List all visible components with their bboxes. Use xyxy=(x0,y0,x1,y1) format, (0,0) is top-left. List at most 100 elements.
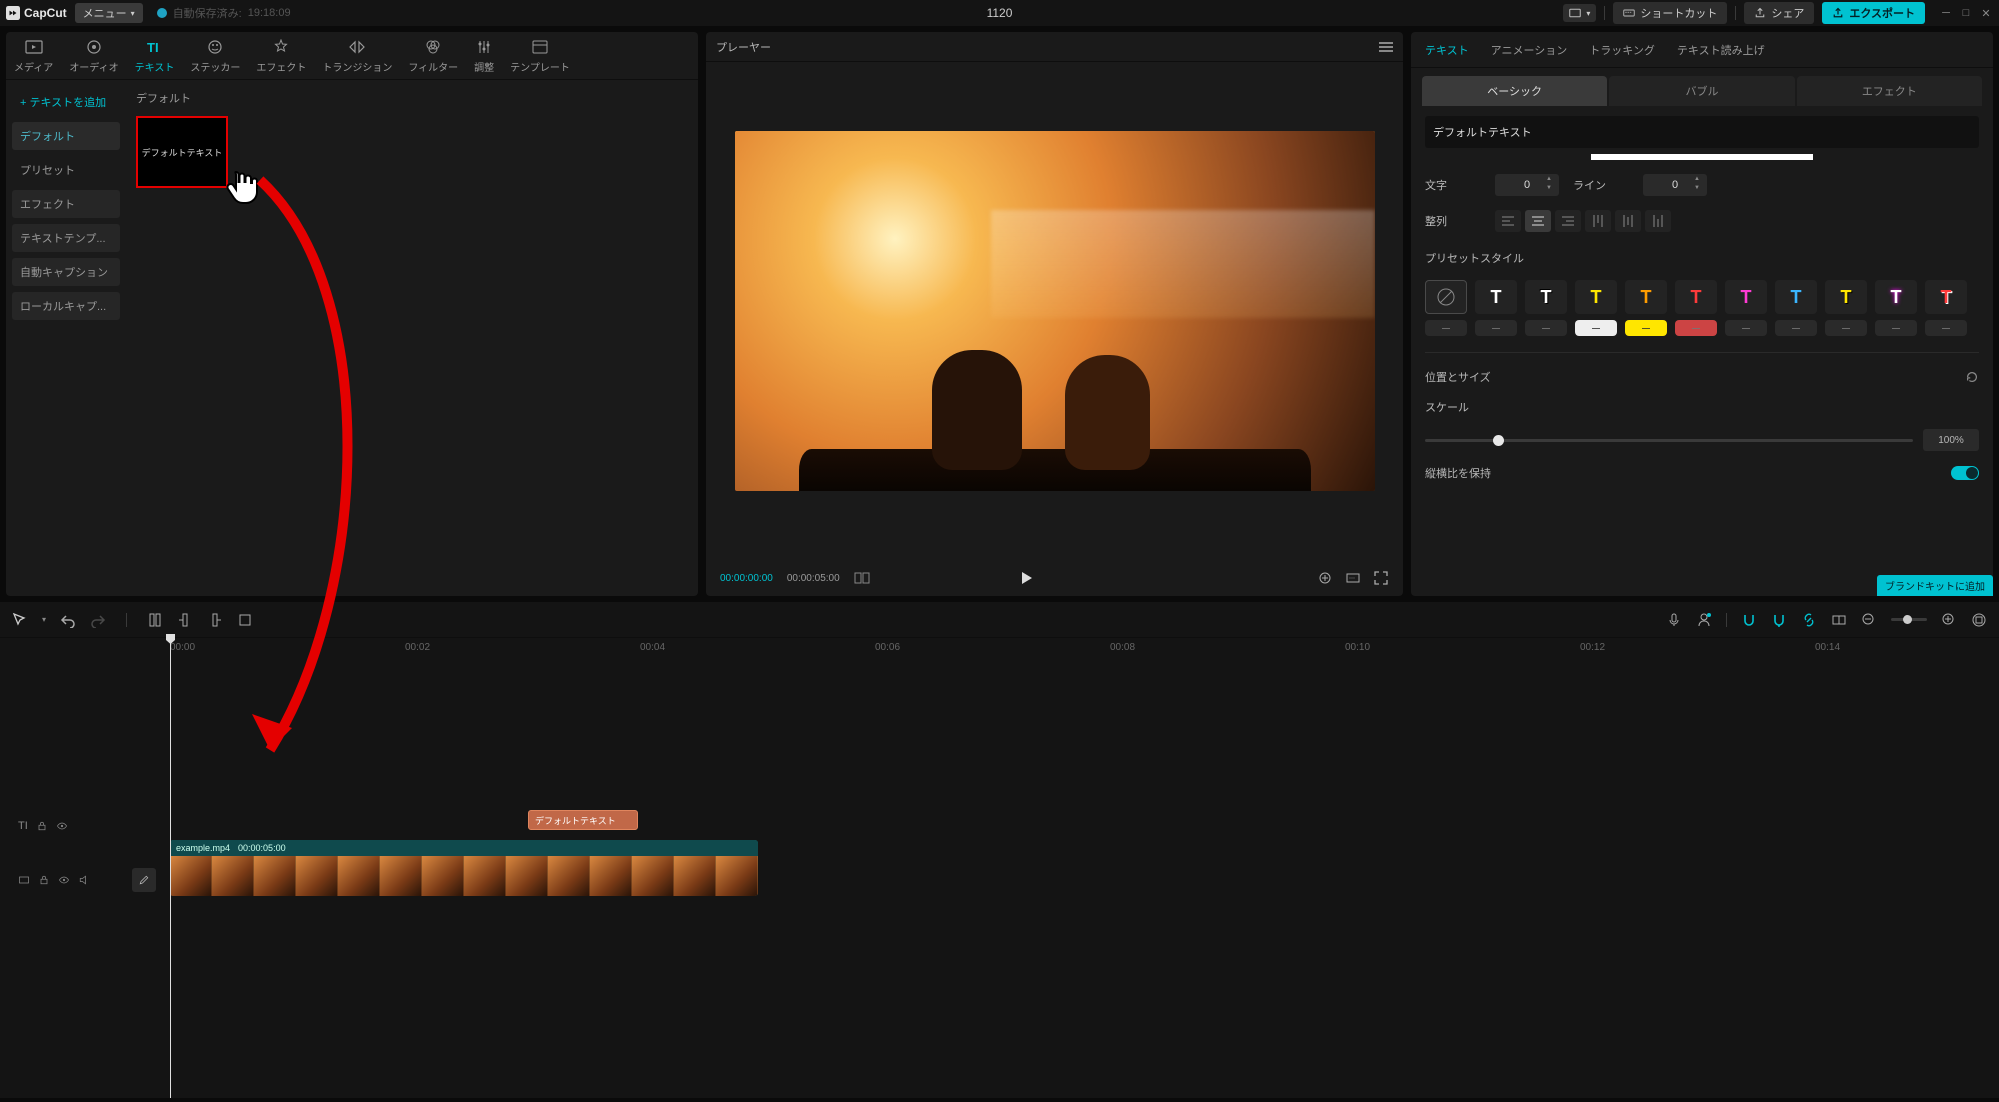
preset-none[interactable] xyxy=(1425,280,1467,314)
maximize-button[interactable]: □ xyxy=(1959,6,1973,20)
preset-yellow-shadow[interactable]: T xyxy=(1825,280,1867,314)
preset-yellow[interactable]: T xyxy=(1575,280,1617,314)
preset-neon[interactable]: T xyxy=(1875,280,1917,314)
tab-template[interactable]: テンプレート xyxy=(502,38,578,74)
prop-tab-tracking[interactable]: トラッキング xyxy=(1589,42,1655,58)
eye-icon[interactable] xyxy=(58,874,70,886)
preset-bg-6[interactable]: — xyxy=(1675,320,1717,336)
preset-bg-7[interactable]: — xyxy=(1725,320,1767,336)
fullscreen-icon[interactable] xyxy=(1373,570,1389,586)
default-text-thumb[interactable]: デフォルトテキスト xyxy=(136,116,228,188)
sidebar-item-default[interactable]: デフォルト xyxy=(12,122,120,150)
link-icon[interactable] xyxy=(1801,612,1817,628)
preset-bg-2[interactable]: — xyxy=(1475,320,1517,336)
zoom-fit-icon[interactable] xyxy=(1971,612,1987,628)
video-clip[interactable]: example.mp4 00:00:05:00 xyxy=(170,840,758,896)
preview-mode-icon[interactable] xyxy=(1831,612,1847,628)
preset-bg-8[interactable]: — xyxy=(1775,320,1817,336)
mic-icon[interactable] xyxy=(1666,612,1682,628)
sidebar-item-auto-caption[interactable]: 自動キャプション xyxy=(12,258,120,286)
preview-menu-icon[interactable] xyxy=(1379,42,1393,52)
preset-bg-3[interactable]: — xyxy=(1525,320,1567,336)
zoom-out-icon[interactable] xyxy=(1861,612,1877,628)
menu-button[interactable]: メニュー ▾ xyxy=(75,3,143,23)
preset-pink[interactable]: T xyxy=(1725,280,1767,314)
align-left-button[interactable] xyxy=(1495,210,1521,232)
preset-orange[interactable]: T xyxy=(1625,280,1667,314)
text-clip[interactable]: デフォルトテキスト xyxy=(528,810,638,830)
preset-outline[interactable]: T xyxy=(1525,280,1567,314)
lock-icon[interactable] xyxy=(36,820,48,832)
add-text-button[interactable]: + テキストを追加 xyxy=(12,88,120,116)
tab-media[interactable]: メディア xyxy=(6,38,61,74)
preset-bg-9[interactable]: — xyxy=(1825,320,1867,336)
share-button[interactable]: シェア xyxy=(1744,2,1814,24)
minimize-button[interactable]: ─ xyxy=(1939,6,1953,20)
preset-bg-4[interactable]: — xyxy=(1575,320,1617,336)
preset-bg-5[interactable]: — xyxy=(1625,320,1667,336)
export-button[interactable]: エクスポート xyxy=(1822,2,1925,24)
text-track-icon[interactable]: TI xyxy=(18,820,28,832)
preset-bg-1[interactable]: — xyxy=(1425,320,1467,336)
lock-icon[interactable] xyxy=(38,874,50,886)
play-button[interactable] xyxy=(1018,570,1034,586)
close-button[interactable]: ✕ xyxy=(1979,6,1993,20)
track-edit-button[interactable] xyxy=(132,868,156,892)
line-spacing-input[interactable]: 0▲▼ xyxy=(1643,174,1707,196)
reset-zoom-icon[interactable] xyxy=(1317,570,1333,586)
voice-icon[interactable] xyxy=(1696,612,1712,628)
shortcut-button[interactable]: ショートカット xyxy=(1613,2,1727,24)
preset-bg-10[interactable]: — xyxy=(1875,320,1917,336)
prop-tab-text[interactable]: テキスト xyxy=(1425,42,1469,58)
preset-red-outline[interactable]: T xyxy=(1925,280,1967,314)
preset-white[interactable]: T xyxy=(1475,280,1517,314)
mute-icon[interactable] xyxy=(78,874,90,886)
aspect-button[interactable]: ▾ xyxy=(1563,4,1596,22)
aspect-lock-toggle[interactable] xyxy=(1951,466,1979,480)
align-middle-button[interactable] xyxy=(1615,210,1641,232)
scale-slider[interactable] xyxy=(1425,439,1913,442)
selection-tool-icon[interactable] xyxy=(12,612,28,628)
eye-icon[interactable] xyxy=(56,820,68,832)
preset-red[interactable]: T xyxy=(1675,280,1717,314)
brand-kit-button[interactable]: ブランドキットに追加 xyxy=(1877,575,1993,596)
scale-value[interactable]: 100% xyxy=(1923,429,1979,451)
tab-adjust[interactable]: 調整 xyxy=(466,38,502,74)
reset-pos-icon[interactable] xyxy=(1965,370,1979,384)
timeline-ruler[interactable]: 00:00 00:02 00:04 00:06 00:08 00:10 00:1… xyxy=(170,638,1999,662)
tab-text[interactable]: TIテキスト xyxy=(127,38,183,74)
magnet-track-icon[interactable] xyxy=(1771,612,1787,628)
delete-right-icon[interactable] xyxy=(207,612,223,628)
delete-left-icon[interactable] xyxy=(177,612,193,628)
prop-tab-tts[interactable]: テキスト読み上げ xyxy=(1677,42,1765,58)
align-top-button[interactable] xyxy=(1585,210,1611,232)
align-center-button[interactable] xyxy=(1525,210,1551,232)
compare-icon[interactable] xyxy=(854,570,870,586)
text-content-field[interactable]: デフォルトテキスト xyxy=(1425,116,1979,148)
align-bottom-button[interactable] xyxy=(1645,210,1671,232)
char-spacing-input[interactable]: 0▲▼ xyxy=(1495,174,1559,196)
prop-tab-animation[interactable]: アニメーション xyxy=(1491,42,1568,58)
sidebar-item-local-caption[interactable]: ローカルキャプ... xyxy=(12,292,120,320)
subtab-basic[interactable]: ベーシック xyxy=(1422,76,1607,106)
sidebar-item-preset[interactable]: プリセット xyxy=(12,156,120,184)
sidebar-item-effect[interactable]: エフェクト xyxy=(12,190,120,218)
tab-effect[interactable]: エフェクト xyxy=(248,38,314,74)
redo-icon[interactable] xyxy=(90,612,106,628)
magnet-main-icon[interactable] xyxy=(1741,612,1757,628)
zoom-slider[interactable] xyxy=(1891,618,1927,621)
crop-icon[interactable] xyxy=(237,612,253,628)
subtab-effect[interactable]: エフェクト xyxy=(1797,76,1982,106)
sidebar-item-text-template[interactable]: テキストテンプ... xyxy=(12,224,120,252)
tab-audio[interactable]: オーディオ xyxy=(61,38,126,74)
subtab-bubble[interactable]: バブル xyxy=(1609,76,1794,106)
preset-blue[interactable]: T xyxy=(1775,280,1817,314)
playhead[interactable] xyxy=(170,638,171,1098)
video-track-icon[interactable] xyxy=(18,874,30,886)
preset-bg-11[interactable]: — xyxy=(1925,320,1967,336)
tab-filter[interactable]: フィルター xyxy=(400,38,466,74)
preview-viewport[interactable] xyxy=(706,62,1403,560)
ratio-icon[interactable]: ⋯ xyxy=(1345,570,1361,586)
undo-icon[interactable] xyxy=(60,612,76,628)
tab-transition[interactable]: トランジション xyxy=(314,38,400,74)
